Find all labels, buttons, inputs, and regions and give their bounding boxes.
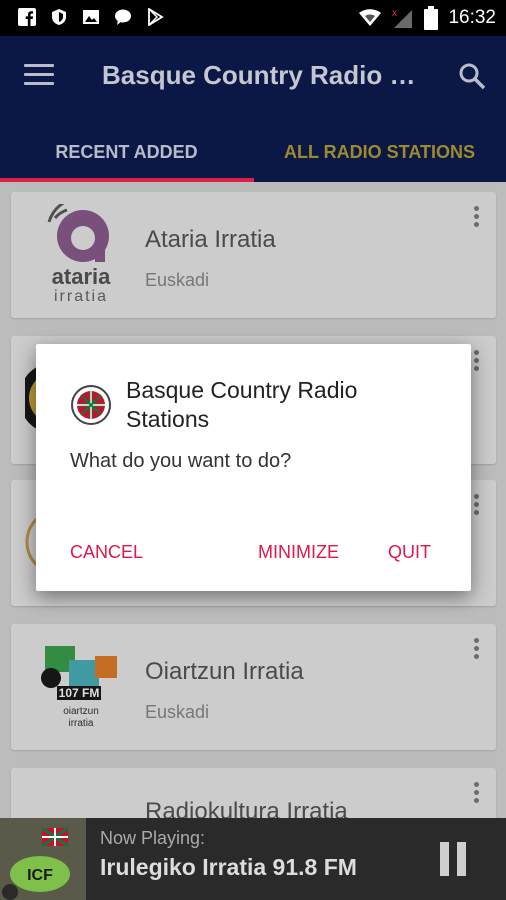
wifi-icon [359, 9, 382, 26]
battery-icon [424, 6, 439, 30]
minimize-button[interactable]: MINIMIZE [258, 542, 339, 563]
now-playing-bar[interactable]: ICF Now Playing: Irulegiko Irratia 91.8 … [0, 818, 506, 900]
facebook-icon [18, 8, 36, 26]
app-title: Basque Country Radio Stations [102, 60, 432, 90]
tab-recent-added[interactable]: RECENT ADDED [0, 126, 253, 182]
cancel-button[interactable]: CANCEL [70, 542, 143, 563]
no-signal-icon: x [392, 8, 413, 28]
shield-icon [52, 9, 66, 25]
tab-bar: RECENT ADDED ALL RADIO STATIONS [0, 126, 506, 182]
play-store-icon [148, 8, 164, 26]
now-playing-station: Irulegiko Irratia 91.8 FM [100, 854, 357, 880]
app-logo-icon [71, 385, 111, 425]
dialog-message: What do you want to do? [70, 450, 292, 472]
dialog-title: Basque Country Radio Stations [126, 377, 358, 432]
quit-button[interactable]: QUIT [388, 542, 431, 563]
status-system-icons: x 16:32 [358, 6, 496, 30]
app-bar: Basque Country Radio Stations RECENT ADD… [0, 36, 506, 182]
status-time: 16:32 [448, 7, 496, 28]
status-notification-icons [18, 8, 164, 26]
exit-dialog: Basque Country Radio Stations What do yo… [36, 344, 471, 591]
pause-icon[interactable] [440, 842, 468, 876]
hamburger-menu-icon[interactable] [24, 64, 54, 88]
tab-all-radio-stations[interactable]: ALL RADIO STATIONS [253, 126, 506, 182]
now-playing-label: Now Playing: [100, 828, 206, 848]
image-icon [83, 10, 99, 24]
svg-text:x: x [392, 8, 397, 19]
now-playing-artwork: ICF [0, 818, 86, 900]
chat-bubble-icon [115, 9, 131, 25]
svg-text:ICF: ICF [27, 867, 53, 884]
search-icon[interactable] [458, 62, 486, 90]
status-bar: x 16:32 [0, 0, 506, 36]
